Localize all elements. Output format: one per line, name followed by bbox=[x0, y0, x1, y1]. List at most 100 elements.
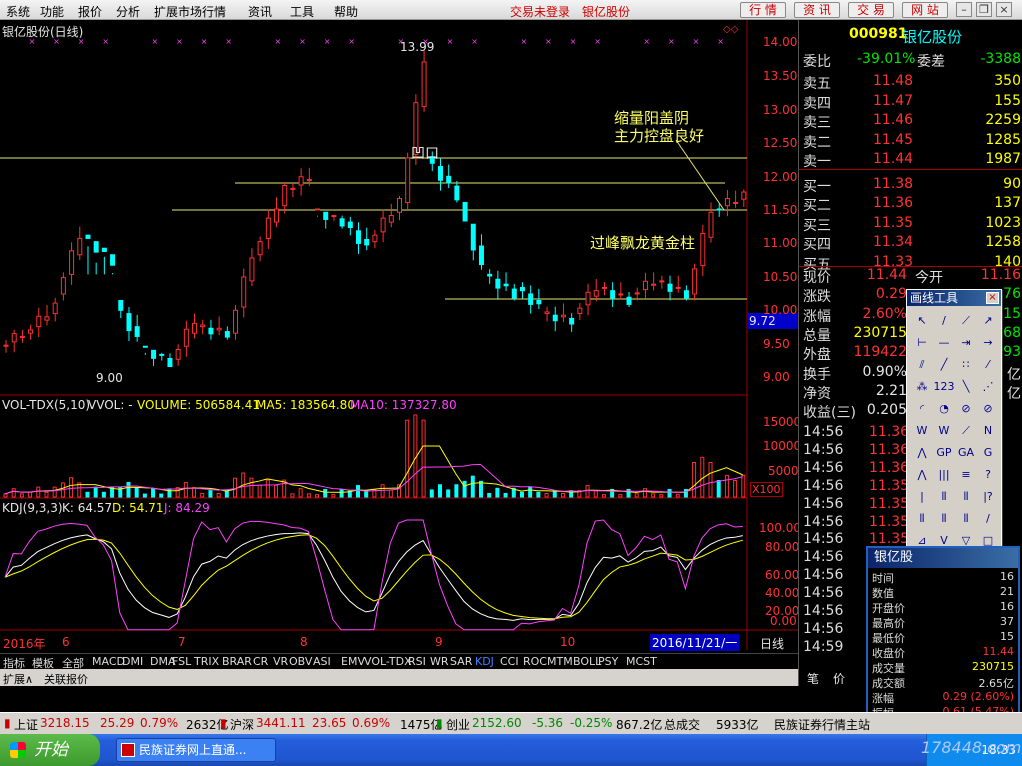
taskbar-item-app[interactable]: 民族证券网上直通... bbox=[116, 738, 276, 762]
draw-tool-item-icon[interactable]: 123 bbox=[933, 376, 955, 398]
draw-tool-item-icon[interactable]: ⇥ bbox=[955, 332, 977, 354]
tab-price[interactable]: 价 bbox=[833, 670, 845, 687]
menu-help[interactable]: 帮助 bbox=[334, 3, 358, 20]
tab-sar[interactable]: SAR bbox=[450, 655, 472, 668]
draw-tool-item-icon[interactable]: ⁂ bbox=[911, 376, 933, 398]
market-button[interactable]: 行 情 bbox=[740, 2, 786, 18]
draw-tool-item-icon[interactable]: / bbox=[977, 508, 999, 530]
draw-tool-item-icon[interactable]: G bbox=[977, 442, 999, 464]
bid-row[interactable]: 买一 11.38 90 bbox=[801, 176, 1021, 195]
draw-tool-item-icon[interactable]: |? bbox=[977, 486, 999, 508]
draw-tool-item-icon[interactable]: — bbox=[933, 332, 955, 354]
draw-tool-item-icon[interactable]: ⋰ bbox=[977, 376, 999, 398]
tab-psy[interactable]: PSY bbox=[598, 655, 618, 668]
bid-row[interactable]: 买四 11.34 1258 bbox=[801, 234, 1021, 253]
ask-row[interactable]: 卖二 11.45 1285 bbox=[801, 132, 1021, 151]
draw-tool-item-icon[interactable]: ⊘ bbox=[977, 398, 999, 420]
tab-macd[interactable]: MACD bbox=[92, 655, 125, 668]
tab-trades[interactable]: 笔 bbox=[807, 670, 819, 687]
tab-rsi[interactable]: RSI bbox=[408, 655, 426, 668]
minimize-icon[interactable]: – bbox=[956, 2, 972, 17]
stock-link[interactable]: 银亿股份 bbox=[582, 3, 630, 20]
tab-trix[interactable]: TRIX bbox=[194, 655, 219, 668]
period-label[interactable]: 日线 bbox=[760, 635, 784, 652]
tab-asi[interactable]: ASI bbox=[313, 655, 331, 668]
tab-vol-tdx[interactable]: VOL-TDX bbox=[364, 655, 412, 668]
draw-tool-item-icon[interactable]: ⦀ bbox=[933, 486, 955, 508]
draw-tool-item-icon[interactable]: ⋀ bbox=[911, 442, 933, 464]
draw-tool-item-icon[interactable]: ⦀ bbox=[911, 508, 933, 530]
draw-tool-item-icon[interactable]: ◔ bbox=[933, 398, 955, 420]
tab-wr[interactable]: WR bbox=[430, 655, 449, 668]
draw-tool-item-icon[interactable]: W bbox=[933, 420, 955, 442]
sh-label[interactable]: 上证 bbox=[14, 716, 38, 733]
draw-tool-item-icon[interactable]: ⫽ bbox=[911, 354, 933, 376]
draw-tool-item-icon[interactable]: ⋀ bbox=[911, 464, 933, 486]
menu-system[interactable]: 系统 bbox=[6, 3, 30, 20]
bid-row[interactable]: 买三 11.35 1023 bbox=[801, 215, 1021, 234]
draw-tool-item-icon[interactable]: GP bbox=[933, 442, 955, 464]
ask-row[interactable]: 卖一 11.44 1987 bbox=[801, 151, 1021, 170]
tab-mcst[interactable]: MCST bbox=[626, 655, 657, 668]
draw-tool-item-icon[interactable]: ||| bbox=[933, 464, 955, 486]
trade-login-status[interactable]: 交易未登录 bbox=[510, 3, 570, 20]
draw-tool-item-icon[interactable]: ⦀ bbox=[955, 508, 977, 530]
draw-tool-item-icon[interactable]: / bbox=[933, 310, 955, 332]
tab-fsl[interactable]: FSL bbox=[172, 655, 191, 668]
start-button[interactable]: 开始 bbox=[0, 734, 100, 766]
tab-mtm[interactable]: MTM bbox=[547, 655, 573, 668]
website-button[interactable]: 网 站 bbox=[902, 2, 948, 18]
sz-label[interactable]: 沪深 bbox=[230, 716, 254, 733]
menu-quote[interactable]: 报价 bbox=[78, 3, 102, 20]
trade-button[interactable]: 交 易 bbox=[848, 2, 894, 18]
draw-tool-item-icon[interactable]: ⊢ bbox=[911, 332, 933, 354]
draw-tool-item-icon[interactable]: W bbox=[911, 420, 933, 442]
menu-ext-market[interactable]: 扩展市场行情 bbox=[154, 3, 226, 20]
menu-analysis[interactable]: 分析 bbox=[116, 3, 140, 20]
close-icon[interactable]: × bbox=[996, 2, 1012, 17]
draw-tool-item-icon[interactable]: ⁄ bbox=[977, 354, 999, 376]
draw-tool-item-icon[interactable]: | bbox=[911, 486, 933, 508]
draw-tool-item-icon[interactable]: ╲ bbox=[955, 376, 977, 398]
draw-tool-item-icon[interactable]: ⦀ bbox=[933, 508, 955, 530]
tab-obv[interactable]: OBV bbox=[289, 655, 312, 668]
related-quote-tab[interactable]: 关联报价 bbox=[44, 671, 88, 687]
popup-title[interactable]: 银亿股 bbox=[868, 548, 1018, 568]
ask-row[interactable]: 卖五 11.48 350 bbox=[801, 73, 1021, 92]
bid-row[interactable]: 买二 11.36 137 bbox=[801, 195, 1021, 214]
tab-brar[interactable]: BRAR bbox=[222, 655, 252, 668]
stock-info-popup[interactable]: 银亿股 时间 16 数值 21 开盘价 16 最高价 37 最低价 15 收盘价 11.44 成交量 23… bbox=[866, 546, 1020, 736]
tab-cr[interactable]: CR bbox=[253, 655, 268, 668]
draw-tool-item-icon[interactable]: ⦀ bbox=[955, 486, 977, 508]
news-button[interactable]: 资 讯 bbox=[794, 2, 840, 18]
draw-tool-item-icon[interactable]: ⟋ bbox=[955, 420, 977, 442]
draw-tool-item-icon[interactable]: ⟋ bbox=[955, 310, 977, 332]
vol-indicator-name[interactable]: VOL-TDX(5,10) bbox=[2, 398, 90, 412]
cy-label[interactable]: 创业 bbox=[446, 716, 470, 733]
tab-cci[interactable]: CCI bbox=[500, 655, 519, 668]
draw-tool-item-icon[interactable]: → bbox=[977, 332, 999, 354]
draw-tool-item-icon[interactable]: ◜ bbox=[911, 398, 933, 420]
draw-tool-item-icon[interactable]: ? bbox=[977, 464, 999, 486]
kline-chart-area[interactable]: × × × × × × × × × × × × × × × × × × × × × × × × 银亿股份(日线) ◇◇ 14.… bbox=[0, 20, 801, 670]
draw-tool-item-icon[interactable]: ↗ bbox=[977, 310, 999, 332]
tab-emv[interactable]: EMV bbox=[341, 655, 365, 668]
draw-tool-item-icon[interactable]: GA bbox=[955, 442, 977, 464]
diamond-icon[interactable]: ◇◇ bbox=[723, 24, 738, 35]
tab-dmi[interactable]: DMI bbox=[122, 655, 143, 668]
draw-tool-item-icon[interactable]: ⊘ bbox=[955, 398, 977, 420]
tab-roc[interactable]: ROC bbox=[523, 655, 547, 668]
draw-tool-close-icon[interactable]: × bbox=[986, 292, 999, 304]
restore-icon[interactable]: ❐ bbox=[976, 2, 992, 17]
draw-tool-item-icon[interactable]: ≡ bbox=[955, 464, 977, 486]
broker-name[interactable]: 民族证券行情主站 bbox=[774, 716, 870, 733]
tab-kdj[interactable]: KDJ bbox=[475, 655, 494, 668]
menu-function[interactable]: 功能 bbox=[40, 3, 64, 20]
draw-tool-item-icon[interactable]: N bbox=[977, 420, 999, 442]
menu-tools[interactable]: 工具 bbox=[290, 3, 314, 20]
draw-tool-item-icon[interactable]: ↖ bbox=[911, 310, 933, 332]
kdj-indicator-name[interactable]: KDJ(9,3,3) bbox=[2, 501, 63, 515]
tab-vr[interactable]: VR bbox=[273, 655, 288, 668]
draw-tool-item-icon[interactable]: ╱ bbox=[933, 354, 955, 376]
extend-tab[interactable]: 扩展∧ bbox=[3, 671, 33, 687]
